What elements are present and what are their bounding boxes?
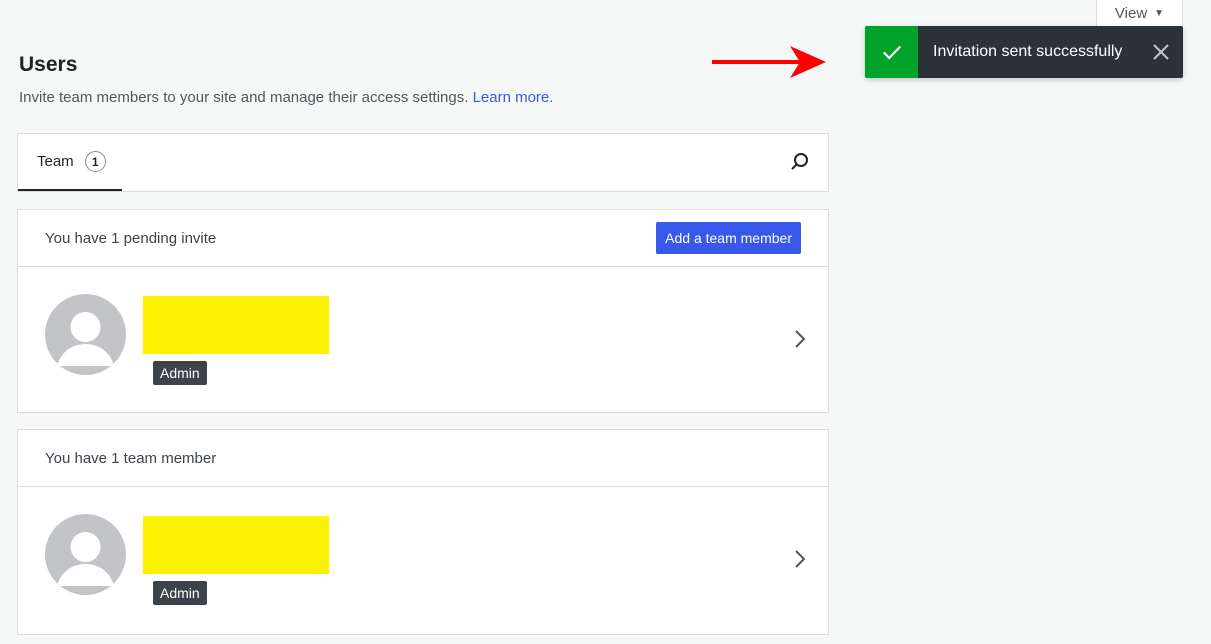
- tab-team-count: 1: [84, 151, 106, 172]
- pending-invites-card: You have 1 pending invite Add a team mem…: [17, 209, 829, 413]
- success-notice: Invitation sent successfully: [865, 26, 1183, 78]
- learn-more-link[interactable]: Learn more.: [473, 89, 554, 106]
- notice-message: Invitation sent successfully: [933, 43, 1123, 60]
- tab-team[interactable]: Team 1: [18, 134, 122, 191]
- page-subtitle: Invite team members to your site and man…: [19, 89, 553, 106]
- tab-team-label: Team: [37, 153, 74, 170]
- role-badge: Admin: [153, 581, 207, 605]
- annotation-arrow-icon: [712, 46, 826, 78]
- list-item[interactable]: Admin: [18, 487, 828, 632]
- role-badge: Admin: [153, 361, 207, 385]
- view-label: View: [1114, 5, 1148, 22]
- redacted-name: [143, 296, 329, 354]
- list-item[interactable]: Admin: [18, 267, 828, 412]
- avatar: [45, 294, 126, 375]
- add-team-member-button[interactable]: Add a team member: [656, 222, 801, 254]
- team-tabs: Team 1: [17, 133, 829, 192]
- redacted-name: [143, 516, 329, 574]
- pending-invites-heading: You have 1 pending invite: [45, 229, 217, 247]
- team-members-card: You have 1 team member Admin: [17, 429, 829, 635]
- team-members-header: You have 1 team member: [18, 430, 828, 487]
- page-title: Users: [19, 53, 78, 76]
- subtitle-text: Invite team members to your site and man…: [19, 89, 469, 106]
- search-icon[interactable]: [790, 152, 810, 177]
- close-icon[interactable]: [1139, 26, 1183, 78]
- pending-invites-header: You have 1 pending invite Add a team mem…: [18, 210, 828, 267]
- team-members-heading: You have 1 team member: [45, 449, 217, 467]
- avatar: [45, 514, 126, 595]
- checkmark-icon: [865, 26, 918, 78]
- chevron-right-icon[interactable]: [794, 329, 806, 349]
- caret-down-icon: ▼: [1154, 8, 1165, 19]
- chevron-right-icon[interactable]: [794, 549, 806, 569]
